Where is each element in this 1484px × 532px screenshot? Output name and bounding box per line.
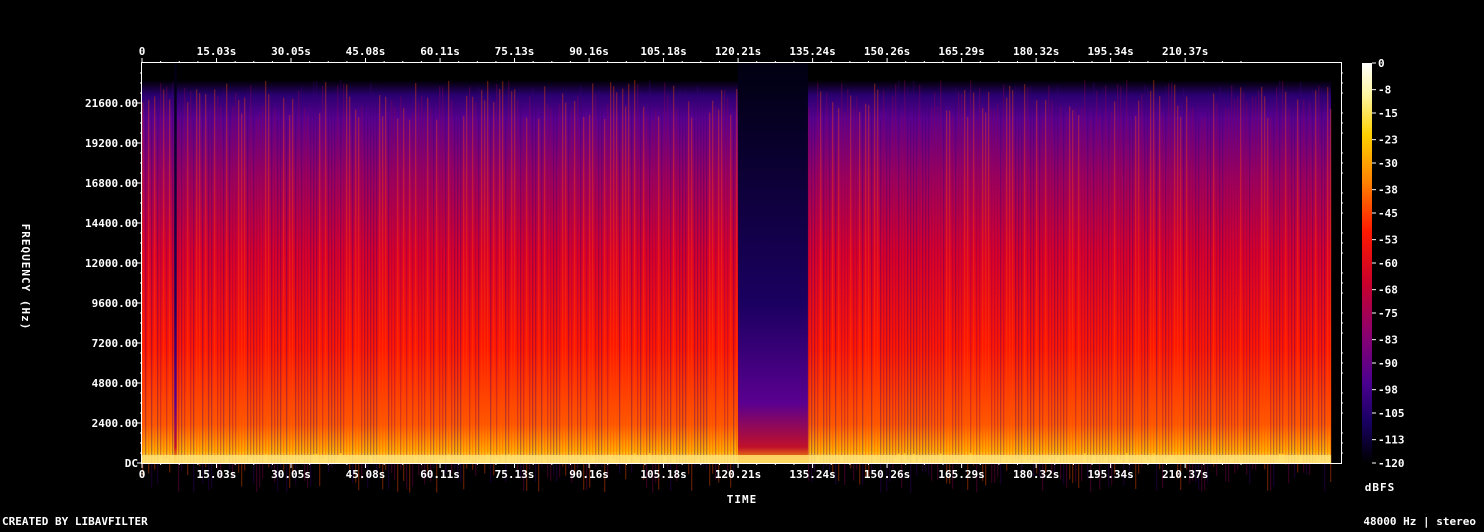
colorbar-tick-label: -120 <box>1378 457 1405 470</box>
colorbar-tick-label: -75 <box>1378 307 1398 320</box>
colorbar-tick-label: -30 <box>1378 157 1398 170</box>
low-frequency-band <box>142 455 1332 463</box>
colorbar-tick-label: -15 <box>1378 107 1398 120</box>
x-tick-label-top: 30.05s <box>271 45 311 58</box>
dbfs-colorbar: 0 -8 -15 -23 -30 -38 -45 -53 -60 -68 -75 -83 -90 -98 -… <box>1362 57 1405 470</box>
x-tick-label-top: 165.29s <box>938 45 984 58</box>
x-tick-label-top: 180.32s <box>1013 45 1059 58</box>
colorbar-tick-label: -23 <box>1378 134 1398 147</box>
x-axis-label: TIME <box>727 493 758 506</box>
quiet-section <box>174 63 177 463</box>
colorbar-scale <box>1362 63 1372 463</box>
colorbar-tick-label: -38 <box>1378 184 1398 197</box>
x-tick-label-bottom: 210.37s <box>1162 468 1208 481</box>
x-tick-label-bottom: 150.26s <box>864 468 910 481</box>
y-tick-label: 2400.00 <box>92 417 138 430</box>
x-tick-label-bottom: 120.21s <box>715 468 761 481</box>
x-tick-label-top: 90.16s <box>569 45 609 58</box>
x-tick-label-bottom: 180.32s <box>1013 468 1059 481</box>
colorbar-label: dBFS <box>1365 481 1396 494</box>
colorbar-tick-label: -90 <box>1378 357 1398 370</box>
x-tick-label-top: 120.21s <box>715 45 761 58</box>
x-tick-label-top: 105.18s <box>640 45 686 58</box>
colorbar-tick-label: -68 <box>1378 284 1398 297</box>
colorbar-tick-label: -113 <box>1378 434 1405 447</box>
x-tick-label-top: 0 <box>139 45 146 58</box>
quiet-section <box>738 63 808 463</box>
y-tick-label: 16800.00 <box>85 177 138 190</box>
spectrogram-chart: 0 0 15.03s 15.03s 30.05s 30.05s 45.08s 45.08s 60… <box>19 45 1405 506</box>
x-tick-label-bottom: 195.34s <box>1087 468 1133 481</box>
colorbar-tick-label: 0 <box>1378 57 1385 70</box>
x-tick-label-bottom: 75.13s <box>495 468 535 481</box>
x-tick-label-bottom: 45.08s <box>346 468 386 481</box>
x-tick-label-top: 60.11s <box>420 45 460 58</box>
x-tick-label-bottom: 60.11s <box>420 468 460 481</box>
x-tick-label-bottom: 90.16s <box>569 468 609 481</box>
y-tick-label: 12000.00 <box>85 257 138 270</box>
y-tick-label: 9600.00 <box>92 297 138 310</box>
colorbar-tick-label: -8 <box>1378 84 1391 97</box>
colorbar-tick-label: -105 <box>1378 407 1405 420</box>
y-tick-label: 21600.00 <box>85 97 138 110</box>
x-tick-label-top: 45.08s <box>346 45 386 58</box>
x-tick-label-bottom: 15.03s <box>197 468 237 481</box>
footer-credit: CREATED BY LIBAVFILTER <box>2 515 148 528</box>
x-tick-label-bottom: 0 <box>139 468 146 481</box>
y-tick-label: 14400.00 <box>85 217 138 230</box>
spectrogram-view: 0 0 15.03s 15.03s 30.05s 30.05s 45.08s 45.08s 60… <box>0 0 1484 528</box>
footer-format: 48000 Hz | stereo <box>1363 515 1476 528</box>
x-tick-label-top: 195.34s <box>1087 45 1133 58</box>
x-tick-label-top: 15.03s <box>197 45 237 58</box>
y-tick-label: 7200.00 <box>92 337 138 350</box>
x-tick-label-bottom: 135.24s <box>789 468 835 481</box>
y-tick-label: DC <box>125 457 138 470</box>
x-tick-label-top: 150.26s <box>864 45 910 58</box>
x-tick-label-bottom: 105.18s <box>640 468 686 481</box>
x-tick-label-top: 75.13s <box>495 45 535 58</box>
x-tick-label-bottom: 165.29s <box>938 468 984 481</box>
x-tick-label-top: 210.37s <box>1162 45 1208 58</box>
colorbar-tick-label: -45 <box>1378 207 1398 220</box>
x-tick-label-top: 135.24s <box>789 45 835 58</box>
colorbar-tick-label: -60 <box>1378 257 1398 270</box>
colorbar-tick-label: -83 <box>1378 334 1398 347</box>
x-tick-label-bottom: 30.05s <box>271 468 311 481</box>
y-tick-label: 19200.00 <box>85 137 138 150</box>
y-tick-label: 4800.00 <box>92 377 138 390</box>
spectrogram-plot <box>142 63 1341 493</box>
colorbar-tick-label: -53 <box>1378 234 1398 247</box>
colorbar-tick-label: -98 <box>1378 384 1398 397</box>
y-axis-label: FREQUENCY (Hz) <box>19 224 32 331</box>
